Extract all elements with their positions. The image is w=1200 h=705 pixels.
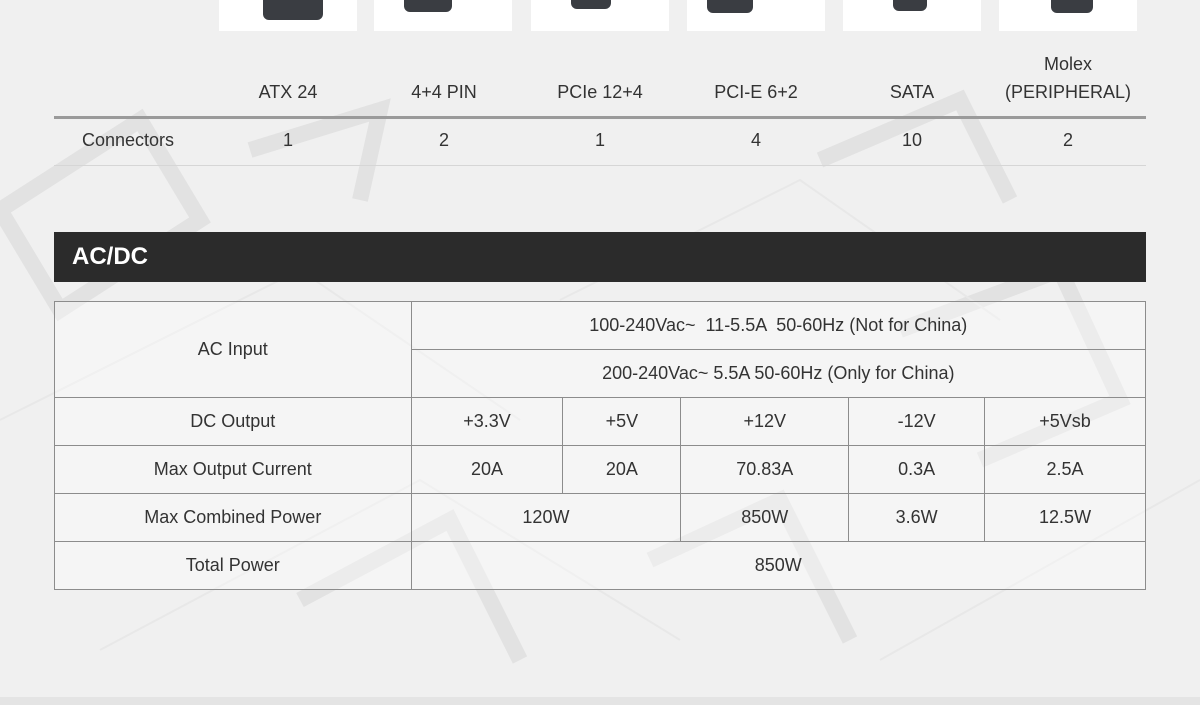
connector-image-sata: [843, 0, 981, 31]
section-title: AC/DC: [54, 232, 1146, 282]
dc-output-12v: +12V: [680, 397, 850, 446]
max-current-label: Max Output Current: [54, 445, 412, 494]
dc-output-3v3: +3.3V: [410, 397, 564, 446]
table-row: DC Output +3.3V +5V +12V -12V +5Vsb: [54, 397, 1146, 446]
page: ATX 24 4+4 PIN PCIe 12+4 PCI-E 6+2 SATA …: [0, 0, 1200, 705]
count-molex: 2: [1062, 130, 1073, 150]
dc-output-5vsb: +5Vsb: [984, 397, 1146, 446]
count-sata: 10: [901, 130, 923, 150]
header-sata: SATA: [889, 82, 935, 102]
max-current-minus12v: 0.3A: [848, 445, 986, 494]
ac-input-label: AC Input: [54, 301, 412, 398]
header-4-4pin: 4+4 PIN: [411, 82, 477, 102]
dc-output-label: DC Output: [54, 397, 412, 446]
header-pcie-6-2: PCI-E 6+2: [714, 82, 798, 102]
acdc-spec-table: AC Input 100-240Vac~ 11-5.5A 50-60Hz (No…: [54, 301, 1147, 590]
max-combined-3v3-5v: 120W: [410, 493, 682, 542]
ac-input-line-2: 200-240Vac~ 5.5A 50-60Hz (Only for China…: [410, 349, 1147, 398]
connector-image-atx24: [219, 0, 357, 31]
header-molex: Molex (PERIPHERAL): [1004, 54, 1132, 102]
table-row: Connectors 1 2 1 4 10 2: [54, 119, 1146, 166]
total-power-value: 850W: [410, 541, 1147, 590]
dc-output-5v: +5V: [562, 397, 682, 446]
table-row: Max Combined Power 120W 850W 3.6W 12.5W: [54, 493, 1146, 542]
row-label: Connectors: [82, 130, 175, 150]
max-current-3v3: 20A: [410, 445, 564, 494]
ac-input-line-1: 100-240Vac~ 11-5.5A 50-60Hz (Not for Chi…: [410, 301, 1147, 350]
max-combined-minus12v: 3.6W: [848, 493, 986, 542]
connector-table-header: ATX 24 4+4 PIN PCIe 12+4 PCI-E 6+2 SATA …: [54, 50, 1146, 116]
table-row: Total Power 850W: [54, 541, 1147, 590]
footer-strip: [0, 697, 1200, 705]
table-row: AC Input 100-240Vac~ 11-5.5A 50-60Hz (No…: [54, 301, 1147, 398]
count-4-4pin: 2: [438, 130, 449, 150]
count-pcie-6-2: 4: [750, 130, 761, 150]
header-atx24: ATX 24: [258, 82, 318, 102]
total-power-label: Total Power: [54, 541, 412, 590]
max-combined-5vsb: 12.5W: [984, 493, 1146, 542]
connector-image-pcie-12-4: [531, 0, 669, 31]
count-pcie-12-4: 1: [594, 130, 605, 150]
connector-image-4-4pin: [374, 0, 512, 31]
max-current-12v: 70.83A: [680, 445, 850, 494]
connector-image-pcie-6-2: [687, 0, 825, 31]
dc-output-minus12v: -12V: [848, 397, 986, 446]
connector-image-molex: [999, 0, 1137, 31]
count-atx24: 1: [282, 130, 293, 150]
max-current-5vsb: 2.5A: [984, 445, 1146, 494]
max-combined-label: Max Combined Power: [54, 493, 412, 542]
max-combined-12v: 850W: [680, 493, 850, 542]
header-pcie-12-4: PCIe 12+4: [557, 82, 643, 102]
table-row: Max Output Current 20A 20A 70.83A 0.3A 2…: [54, 445, 1146, 494]
max-current-5v: 20A: [562, 445, 682, 494]
